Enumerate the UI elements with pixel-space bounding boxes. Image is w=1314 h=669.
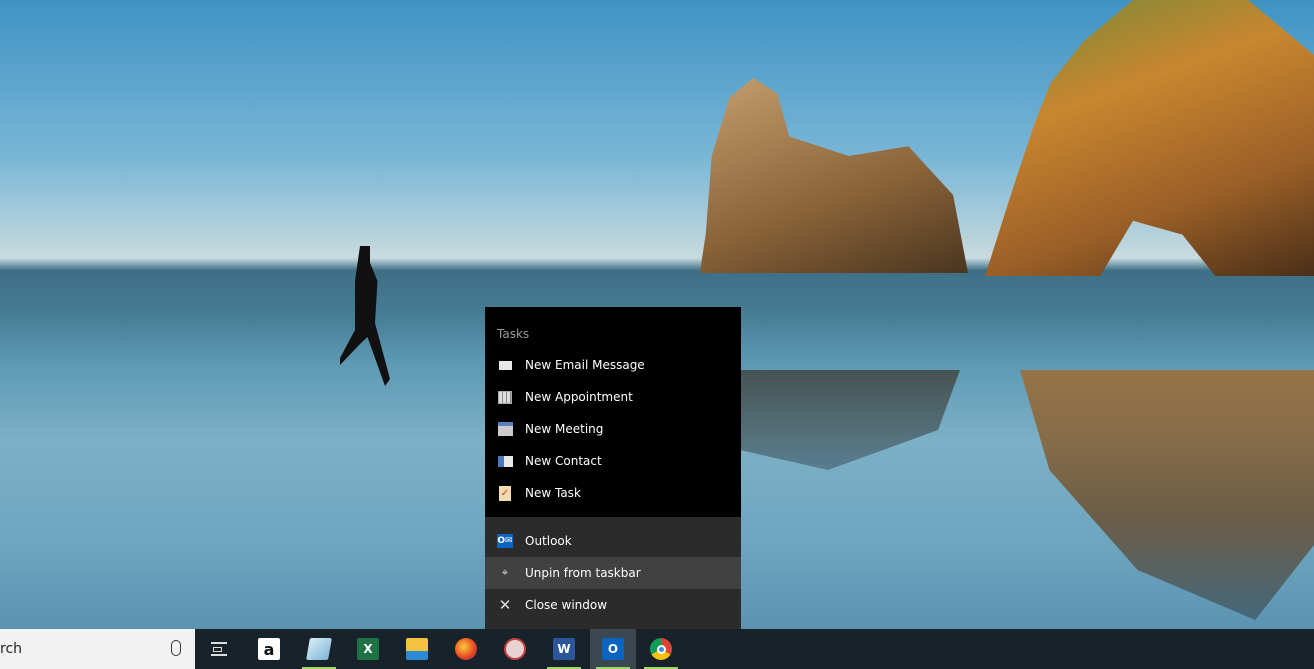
task-new-task[interactable]: ✓ New Task <box>485 477 741 509</box>
taskbar-file-explorer[interactable] <box>394 629 440 669</box>
task-new-email[interactable]: New Email Message <box>485 349 741 381</box>
arch-reflection <box>1020 370 1314 620</box>
firefox-icon <box>455 638 477 660</box>
excel-icon: X <box>357 638 379 660</box>
meeting-icon <box>497 421 513 437</box>
task-label: New Appointment <box>525 390 633 404</box>
outlook-icon: O✉ <box>497 534 513 548</box>
search-placeholder: rch <box>0 641 23 657</box>
task-label: New Contact <box>525 454 602 468</box>
arch-rock <box>985 0 1314 276</box>
open-outlook-item[interactable]: O✉ Outlook <box>485 525 741 557</box>
close-icon: ✕ <box>498 596 512 614</box>
taskbar: rch a X W O <box>0 629 1314 669</box>
runner-silhouette <box>340 246 390 386</box>
action-label: Unpin from taskbar <box>525 566 641 580</box>
taskbar-notepad[interactable] <box>296 629 342 669</box>
rock-reflection <box>740 370 960 470</box>
taskbar-word[interactable]: W <box>541 629 587 669</box>
unpin-icon: ⌖ <box>501 566 509 579</box>
task-new-appointment[interactable]: New Appointment <box>485 381 741 413</box>
task-view-button[interactable] <box>196 629 242 669</box>
contact-card-icon <box>497 453 513 469</box>
jump-list-actions: O✉ Outlook ⌖ Unpin from taskbar ✕ Close … <box>485 517 741 629</box>
word-icon: W <box>553 638 575 660</box>
folder-icon <box>406 638 428 660</box>
calendar-icon <box>497 389 513 405</box>
close-window-item[interactable]: ✕ Close window <box>485 589 741 621</box>
action-label: Close window <box>525 598 608 612</box>
taskbar-outlook[interactable]: O <box>590 629 636 669</box>
tasks-section-title: Tasks <box>497 327 530 341</box>
taskbar-amazon[interactable]: a <box>246 629 292 669</box>
task-new-contact[interactable]: New Contact <box>485 445 741 477</box>
unpin-from-taskbar-item[interactable]: ⌖ Unpin from taskbar <box>485 557 741 589</box>
clipboard-task-icon: ✓ <box>499 485 511 501</box>
amazon-icon: a <box>258 638 280 660</box>
microphone-icon[interactable] <box>171 640 181 656</box>
task-label: New Email Message <box>525 358 645 372</box>
outlook-icon: O <box>602 638 624 660</box>
taskbar-snipping-tool[interactable] <box>492 629 538 669</box>
search-box[interactable]: rch <box>0 629 195 669</box>
task-view-icon <box>211 642 227 656</box>
task-label: New Task <box>525 486 581 500</box>
outlook-jump-list: Tasks New Email Message New Appointment … <box>485 307 741 629</box>
envelope-icon <box>497 357 513 373</box>
task-new-meeting[interactable]: New Meeting <box>485 413 741 445</box>
task-label: New Meeting <box>525 422 604 436</box>
snipping-tool-icon <box>504 638 526 660</box>
taskbar-excel[interactable]: X <box>345 629 391 669</box>
taskbar-chrome[interactable] <box>638 629 684 669</box>
notepad-icon <box>306 638 332 660</box>
action-label: Outlook <box>525 534 572 548</box>
chrome-icon <box>650 638 672 660</box>
sea-stack-rock <box>699 78 968 273</box>
taskbar-firefox[interactable] <box>443 629 489 669</box>
